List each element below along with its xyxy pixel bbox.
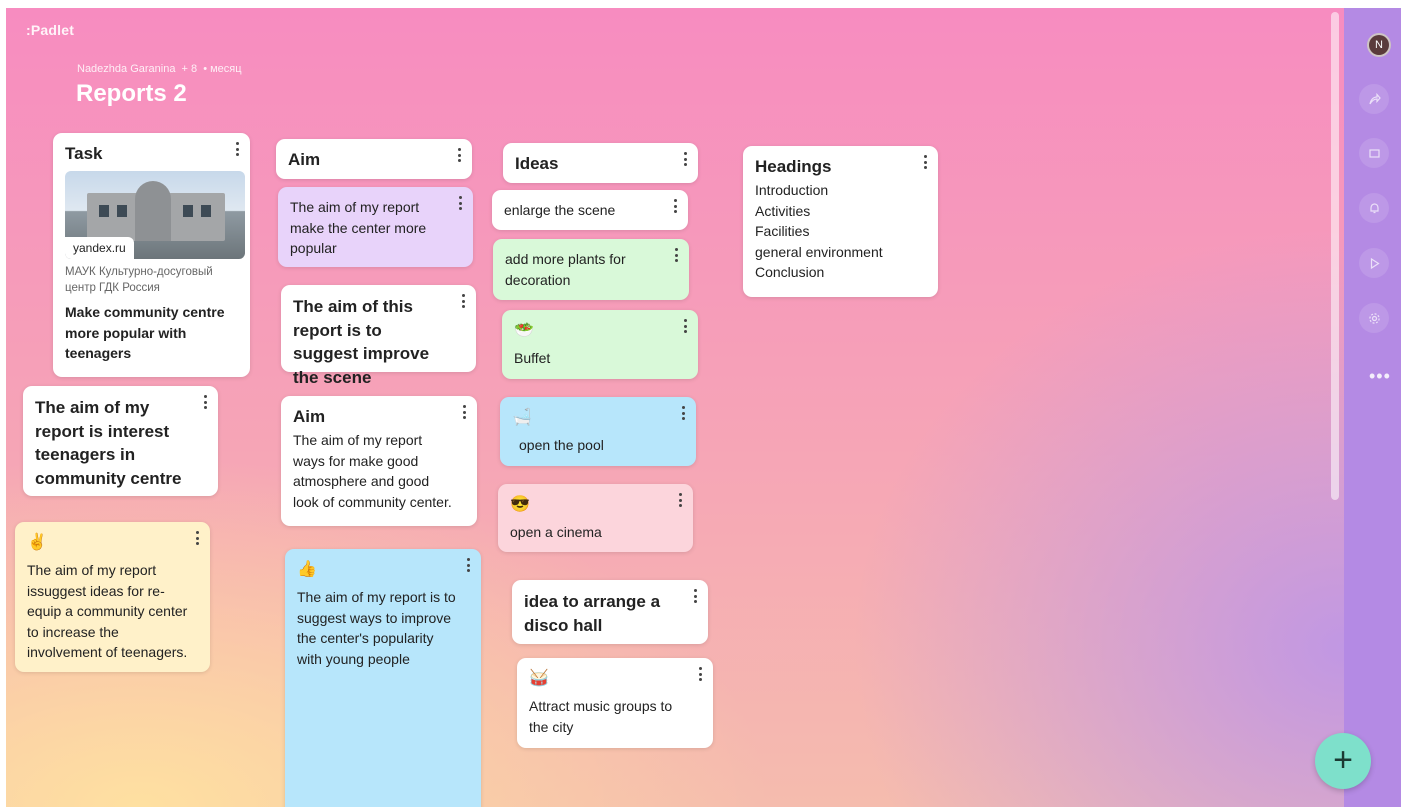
- post-body: open a cinema: [510, 524, 602, 540]
- post-title: Aim: [288, 150, 321, 169]
- post-menu-icon[interactable]: [671, 247, 681, 263]
- post-body: The aim of my report is to suggest ways …: [297, 589, 456, 667]
- salad-icon: 🥗: [514, 322, 534, 339]
- post-body: add more plants for decoration: [505, 251, 626, 288]
- board-meta: Nadezhda Garanina + 8 • месяц: [77, 63, 245, 75]
- post-menu-icon[interactable]: [680, 318, 690, 334]
- post-menu-icon[interactable]: [463, 557, 473, 573]
- board-author[interactable]: Nadezhda Garanina: [77, 63, 175, 75]
- drum-icon: 🥁: [529, 670, 549, 687]
- user-avatar[interactable]: N: [1367, 33, 1391, 57]
- post-task[interactable]: Task yandex.ru МАУК Культурно-досуговый …: [53, 133, 250, 377]
- window-shape: [201, 205, 211, 217]
- post-aim-equip[interactable]: ✌️ The aim of my report issuggest ideas …: [15, 522, 210, 672]
- sunglasses-face-icon: 😎: [510, 496, 530, 513]
- post-body: The aim of my report issuggest ideas for…: [27, 562, 188, 660]
- post-body: Attract music groups to the city: [529, 698, 673, 735]
- post-aim-popular[interactable]: The aim of my report make the center mor…: [278, 187, 473, 267]
- headings-list: Introduction Activities Facilities gener…: [755, 180, 926, 283]
- post-idea-scene[interactable]: enlarge the scene: [492, 190, 688, 230]
- post-title: The aim of my report is interest teenage…: [35, 398, 182, 488]
- board-period: • месяц: [203, 63, 242, 75]
- post-title: idea to arrange a disco hall: [524, 592, 661, 635]
- post-menu-icon[interactable]: [458, 293, 468, 309]
- post-idea-music[interactable]: 🥁 Attract music groups to the city: [517, 658, 713, 748]
- share-icon[interactable]: [1359, 84, 1389, 114]
- post-body: enlarge the scene: [504, 202, 616, 218]
- post-idea-disco[interactable]: idea to arrange a disco hall: [512, 580, 708, 644]
- play-icon[interactable]: [1359, 248, 1389, 278]
- settings-icon[interactable]: [1359, 303, 1389, 333]
- bell-icon[interactable]: [1359, 193, 1389, 223]
- post-menu-icon[interactable]: [232, 141, 242, 157]
- list-item: Conclusion: [755, 264, 825, 280]
- post-aim-interest[interactable]: The aim of my report is interest teenage…: [23, 386, 218, 496]
- right-toolbar: [1344, 8, 1401, 807]
- post-body: The aim of my report ways for make good …: [293, 432, 452, 510]
- post-body: Buffet: [514, 350, 551, 366]
- post-aim-suggest[interactable]: The aim of this report is to suggest imp…: [281, 285, 476, 387]
- list-item: general environment: [755, 243, 883, 260]
- post-title: The aim of this report is to suggest imp…: [293, 297, 430, 387]
- post-headings[interactable]: Headings Introduction Activities Facilit…: [743, 146, 938, 297]
- link-domain: yandex.ru: [65, 237, 134, 259]
- post-menu-icon[interactable]: [192, 530, 202, 546]
- post-aim-young[interactable]: 👍 The aim of my report is to suggest way…: [285, 549, 481, 807]
- post-title: Ideas: [515, 154, 559, 173]
- more-options-icon[interactable]: •••: [1369, 366, 1391, 387]
- collaborator-count[interactable]: + 8: [182, 63, 198, 75]
- post-menu-icon[interactable]: [459, 404, 469, 420]
- board-scrollbar[interactable]: [1331, 12, 1339, 500]
- window-shape: [183, 205, 193, 217]
- list-item: Introduction: [755, 182, 829, 198]
- thumbs-up-icon: 👍: [297, 561, 317, 578]
- post-menu-icon[interactable]: [454, 147, 464, 163]
- post-menu-icon[interactable]: [690, 588, 700, 604]
- post-title: Aim: [293, 407, 326, 426]
- window-shape: [99, 205, 109, 217]
- post-menu-icon[interactable]: [200, 394, 210, 410]
- post-menu-icon[interactable]: [670, 198, 680, 214]
- add-post-button[interactable]: +: [1315, 733, 1371, 789]
- post-menu-icon[interactable]: [695, 666, 705, 682]
- post-idea-buffet[interactable]: 🥗 Buffet: [502, 310, 698, 379]
- post-menu-icon[interactable]: [680, 151, 690, 167]
- link-source: МАУК Культурно-досуговый центр ГДК Росси…: [65, 266, 213, 294]
- window-shape: [117, 205, 127, 217]
- post-menu-icon[interactable]: [675, 492, 685, 508]
- padlet-board: :Padlet Nadezhda Garanina + 8 • месяц Re…: [6, 8, 1344, 807]
- remix-icon[interactable]: [1359, 138, 1389, 168]
- post-body: The aim of my report make the center mor…: [290, 199, 427, 256]
- post-menu-icon[interactable]: [678, 405, 688, 421]
- post-menu-icon[interactable]: [455, 195, 465, 211]
- post-aim-atmosphere[interactable]: Aim The aim of my report ways for make g…: [281, 396, 477, 526]
- bathtub-icon: 🛁: [512, 409, 532, 426]
- victory-hand-icon: ✌️: [27, 534, 47, 551]
- list-item: Facilities: [755, 223, 810, 239]
- post-idea-cinema[interactable]: 😎 open a cinema: [498, 484, 693, 552]
- padlet-logo[interactable]: :Padlet: [26, 22, 74, 38]
- post-body: open the pool: [519, 437, 604, 453]
- post-aim-header[interactable]: Aim: [276, 139, 472, 179]
- post-body: Make community centre more popular with …: [65, 304, 225, 361]
- post-title: Task: [65, 144, 103, 163]
- building-image: [87, 181, 225, 241]
- post-idea-pool[interactable]: 🛁 open the pool: [500, 397, 696, 466]
- list-item: Activities: [755, 202, 811, 219]
- link-preview-image[interactable]: yandex.ru: [65, 171, 245, 259]
- board-title[interactable]: Reports 2: [76, 80, 187, 108]
- post-menu-icon[interactable]: [920, 154, 930, 170]
- post-idea-plants[interactable]: add more plants for decoration: [493, 239, 689, 300]
- post-title: Headings: [755, 157, 832, 176]
- post-ideas-header[interactable]: Ideas: [503, 143, 698, 183]
